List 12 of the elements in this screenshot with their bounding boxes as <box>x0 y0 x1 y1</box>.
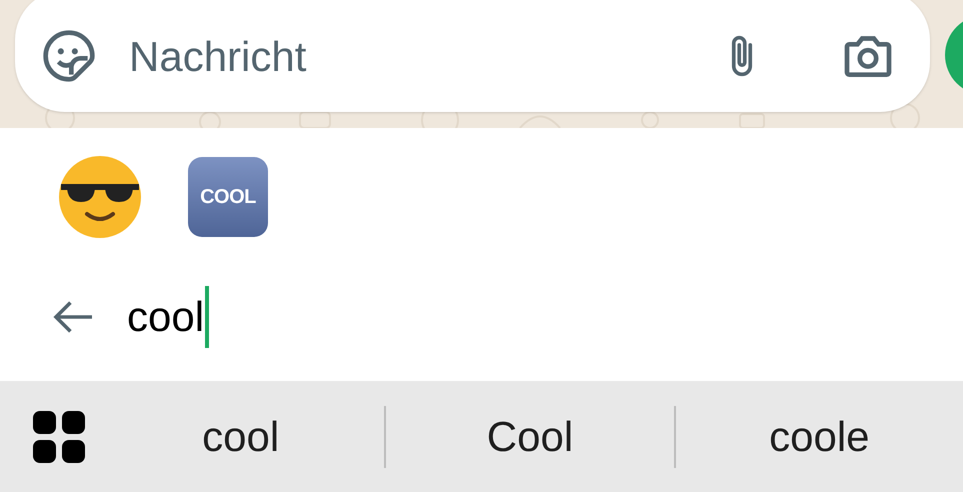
message-input[interactable]: Nachricht <box>129 24 720 88</box>
word-suggestion[interactable]: cool <box>202 405 280 468</box>
word-suggestion[interactable]: coole <box>769 405 870 468</box>
sunglasses-emoji-icon[interactable] <box>57 154 143 240</box>
emoji-label: COOL <box>200 185 256 210</box>
search-input[interactable]: cool <box>127 285 204 348</box>
text-cursor <box>205 286 210 348</box>
sticker-icon[interactable] <box>41 28 97 84</box>
cool-emoji[interactable]: COOL <box>188 157 268 237</box>
message-field[interactable]: Nachricht <box>15 0 930 112</box>
grid-icon[interactable] <box>33 410 85 462</box>
word-suggestion[interactable]: Cool <box>486 405 574 468</box>
